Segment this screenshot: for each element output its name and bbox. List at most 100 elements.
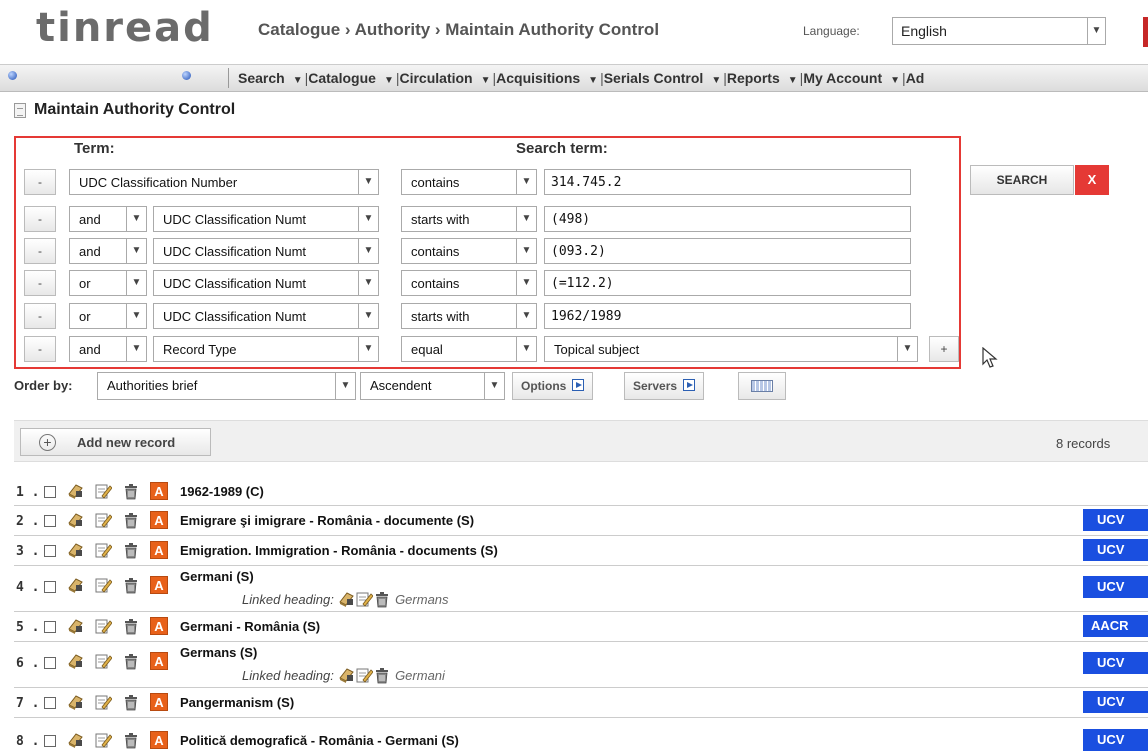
language-select[interactable]: English ▼ — [892, 17, 1106, 45]
list-item[interactable]: 5 . A Germani - România (S) AACR — [14, 612, 1148, 642]
options-button[interactable]: Options — [512, 372, 594, 400]
add-new-record-button[interactable]: + Add new record — [20, 428, 211, 456]
search-term-input[interactable]: 1962/1989 — [544, 303, 911, 329]
record-icon[interactable] — [66, 652, 84, 670]
list-item[interactable]: 1 . A 1962-1989 (C) — [14, 478, 1148, 506]
trash-icon[interactable] — [122, 617, 140, 635]
list-item[interactable]: 6 . A Germans (S) Linked heading: German… — [14, 642, 1148, 688]
list-item[interactable]: 4 . A Germani (S) Linked heading: German… — [14, 566, 1148, 612]
record-icon[interactable] — [66, 693, 84, 711]
edit-icon[interactable] — [94, 482, 112, 500]
term-select[interactable]: UDC Classification Numt ▼ — [153, 303, 379, 329]
servers-button[interactable]: Servers — [624, 372, 705, 400]
record-type-select[interactable]: Topical subject ▼ — [544, 336, 918, 362]
record-icon[interactable] — [66, 511, 84, 529]
edit-icon[interactable] — [94, 617, 112, 635]
record-title[interactable]: Politică demografică - România - Germani… — [180, 733, 459, 748]
record-title[interactable]: Emigrare şi imigrare - România - documen… — [180, 513, 474, 528]
nav-item-my-account[interactable]: My Account ▼ | — [803, 70, 905, 86]
record-title[interactable]: Germani (S) — [180, 569, 254, 584]
trash-icon[interactable] — [122, 693, 140, 711]
record-icon[interactable] — [66, 576, 84, 594]
term-select[interactable]: Record Type ▼ — [153, 336, 379, 362]
search-term-input[interactable]: (=112.2) — [544, 270, 911, 296]
globe-icon[interactable] — [182, 71, 191, 80]
logic-select[interactable]: and ▼ — [69, 206, 147, 232]
edit-icon[interactable] — [94, 693, 112, 711]
record-icon[interactable] — [66, 482, 84, 500]
remove-row-button[interactable]: - — [24, 238, 56, 264]
clear-button[interactable]: X — [1075, 165, 1109, 195]
operator-select[interactable]: starts with ▼ — [401, 303, 537, 329]
virtual-keyboard-button[interactable] — [738, 372, 786, 400]
trash-icon[interactable] — [373, 666, 391, 684]
operator-select[interactable]: starts with ▼ — [401, 206, 537, 232]
authority-icon[interactable]: A — [150, 617, 168, 635]
nav-item-ad[interactable]: Ad — [906, 70, 925, 86]
search-term-input[interactable]: (498) — [544, 206, 911, 232]
operator-select[interactable]: equal ▼ — [401, 336, 537, 362]
edit-icon[interactable] — [94, 731, 112, 749]
edit-icon[interactable] — [94, 541, 112, 559]
remove-row-button[interactable]: - — [24, 169, 56, 195]
edit-icon[interactable] — [355, 590, 373, 608]
record-title[interactable]: Emigration. Immigration - România - docu… — [180, 543, 498, 558]
add-row-button[interactable]: + — [929, 336, 959, 362]
list-item[interactable]: 7 . A Pangermanism (S) UCV — [14, 688, 1148, 718]
term-select[interactable]: UDC Classification Numt ▼ — [153, 206, 379, 232]
nav-item-reports[interactable]: Reports ▼ | — [727, 70, 803, 86]
operator-select[interactable]: contains ▼ — [401, 238, 537, 264]
select-checkbox[interactable] — [44, 735, 56, 747]
trash-icon[interactable] — [122, 576, 140, 594]
logic-select[interactable]: or ▼ — [69, 270, 147, 296]
select-checkbox[interactable] — [44, 486, 56, 498]
trash-icon[interactable] — [122, 482, 140, 500]
search-term-input[interactable]: (093.2) — [544, 238, 911, 264]
authority-icon[interactable]: A — [150, 731, 168, 749]
remove-row-button[interactable]: - — [24, 270, 56, 296]
edit-icon[interactable] — [94, 511, 112, 529]
nav-item-serials-control[interactable]: Serials Control ▼ | — [604, 70, 727, 86]
trash-icon[interactable] — [373, 590, 391, 608]
nav-item-search[interactable]: Search ▼ | — [238, 70, 308, 86]
record-icon[interactable] — [337, 590, 355, 608]
search-button[interactable]: SEARCH — [970, 165, 1074, 195]
app-logo[interactable]: tinread — [36, 6, 214, 50]
edit-icon[interactable] — [94, 652, 112, 670]
edit-icon[interactable] — [355, 666, 373, 684]
nav-item-catalogue[interactable]: Catalogue ▼ | — [308, 70, 399, 86]
record-title[interactable]: Pangermanism (S) — [180, 695, 294, 710]
record-title[interactable]: Germans (S) — [180, 645, 257, 660]
select-checkbox[interactable] — [44, 545, 56, 557]
remove-row-button[interactable]: - — [24, 206, 56, 232]
select-checkbox[interactable] — [44, 621, 56, 633]
logout-button-edge[interactable] — [1143, 17, 1148, 47]
logic-select[interactable]: and ▼ — [69, 336, 147, 362]
order-direction-select[interactable]: Ascendent ▼ — [360, 372, 505, 400]
term-select[interactable]: UDC Classification Numt ▼ — [153, 270, 379, 296]
remove-row-button[interactable]: - — [24, 336, 56, 362]
record-icon[interactable] — [66, 541, 84, 559]
list-item[interactable]: 2 . A Emigrare şi imigrare - România - d… — [14, 506, 1148, 536]
order-field-select[interactable]: Authorities brief ▼ — [97, 372, 356, 400]
record-icon[interactable] — [66, 617, 84, 635]
operator-select[interactable]: contains ▼ — [401, 169, 537, 195]
term-select[interactable]: UDC Classification Number ▼ — [69, 169, 379, 195]
search-term-input[interactable]: 314.745.2 — [544, 169, 911, 195]
authority-icon[interactable]: A — [150, 511, 168, 529]
operator-select[interactable]: contains ▼ — [401, 270, 537, 296]
logic-select[interactable]: or ▼ — [69, 303, 147, 329]
nav-item-acquisitions[interactable]: Acquisitions ▼ | — [496, 70, 604, 86]
linked-heading-target[interactable]: Germani — [395, 668, 445, 683]
authority-icon[interactable]: A — [150, 482, 168, 500]
trash-icon[interactable] — [122, 511, 140, 529]
select-checkbox[interactable] — [44, 515, 56, 527]
authority-icon[interactable]: A — [150, 652, 168, 670]
trash-icon[interactable] — [122, 541, 140, 559]
list-item[interactable]: 8 . A Politică demografică - România - G… — [14, 718, 1148, 751]
trash-icon[interactable] — [122, 731, 140, 749]
record-icon[interactable] — [66, 731, 84, 749]
select-checkbox[interactable] — [44, 657, 56, 669]
logic-select[interactable]: and ▼ — [69, 238, 147, 264]
remove-row-button[interactable]: - — [24, 303, 56, 329]
